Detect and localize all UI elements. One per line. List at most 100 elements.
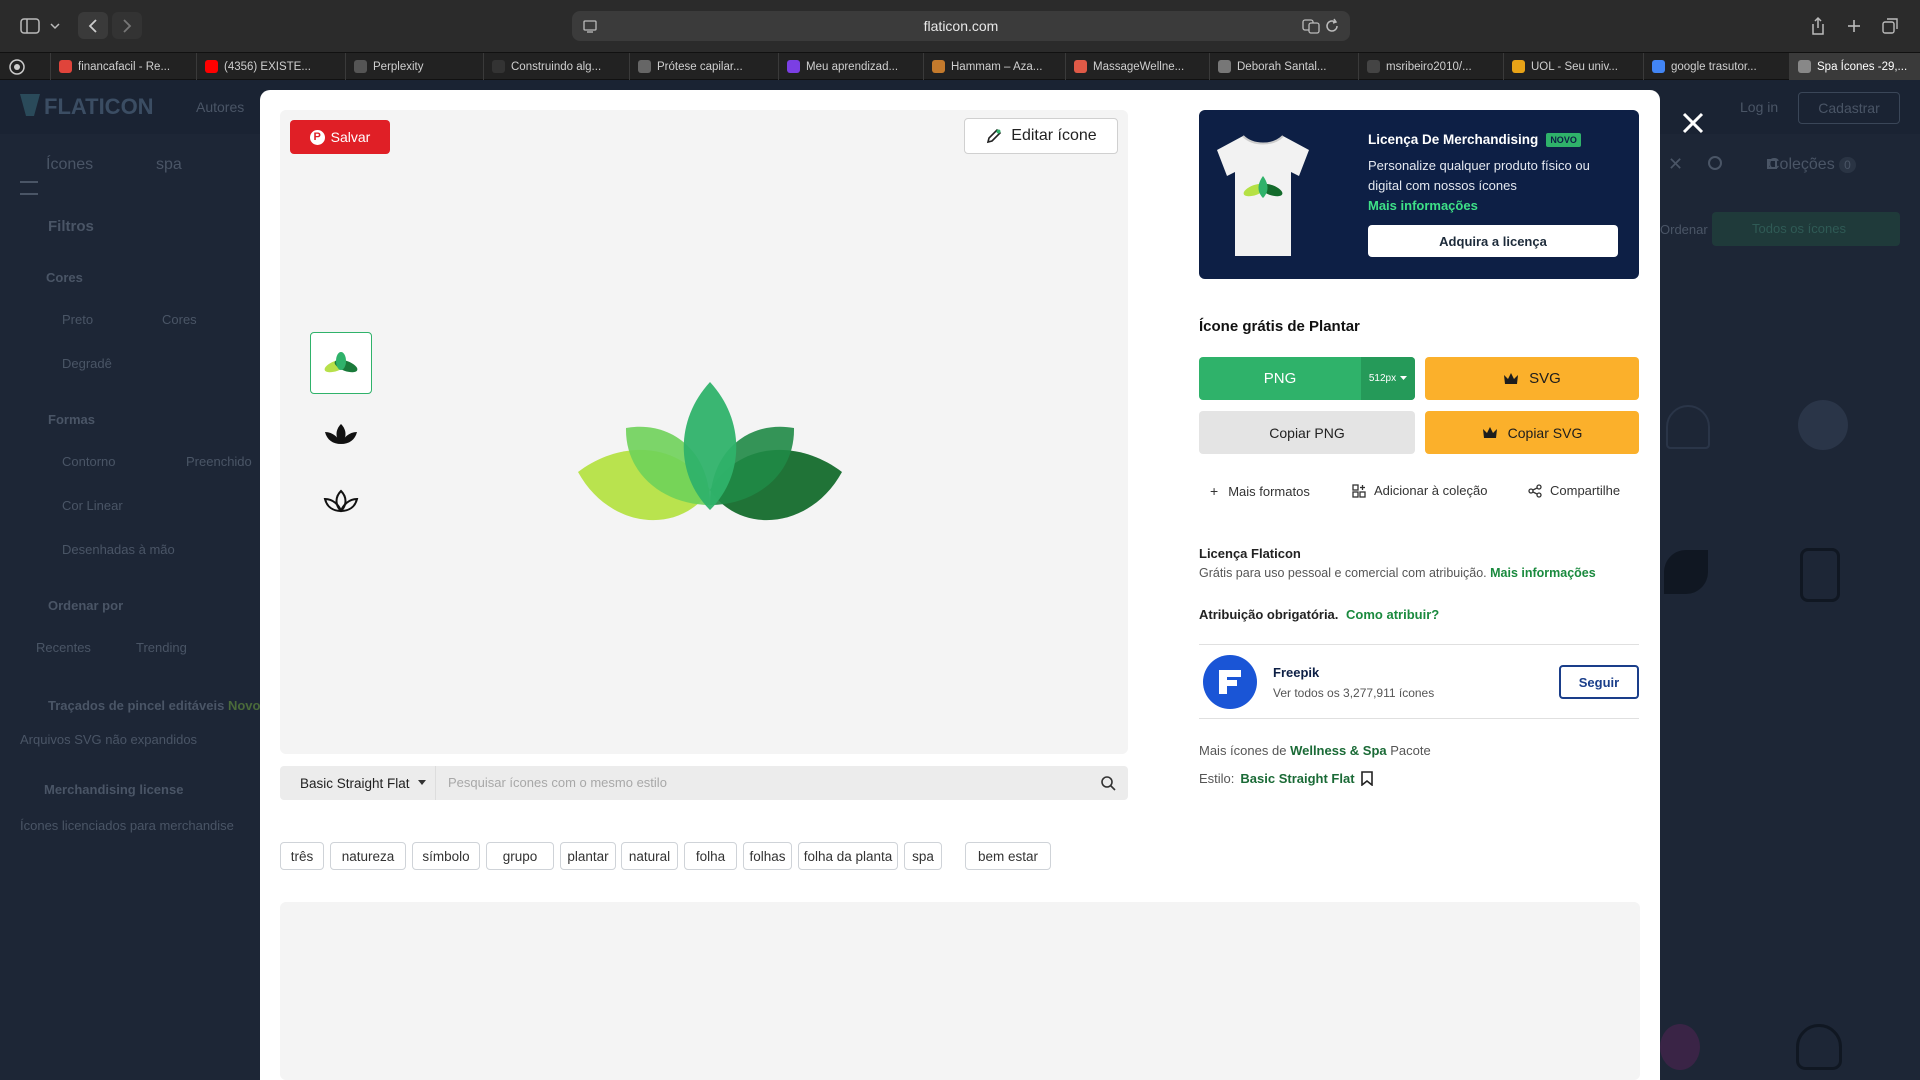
order-recent[interactable]: Recentes: [36, 640, 91, 655]
tab-label: google trasutor...: [1671, 60, 1757, 73]
shape-linear[interactable]: Cor Linear: [62, 498, 123, 513]
nav-authors[interactable]: Autores: [196, 99, 244, 115]
how-attribute-link[interactable]: Como atribuir?: [1346, 607, 1439, 622]
signup-button[interactable]: Cadastrar: [1798, 92, 1900, 124]
browser-tab[interactable]: Perplexity: [345, 53, 483, 80]
tab-favicon-icon: [787, 60, 800, 73]
brush-toggle[interactable]: Traçados de pincel editáveis Novo: [48, 698, 260, 713]
shape-hand[interactable]: Desenhadas à mão: [62, 542, 175, 557]
collections-link[interactable]: Coleções 0: [1768, 156, 1856, 174]
browser-tab[interactable]: Prótese capilar...: [629, 53, 778, 80]
tag-chip[interactable]: plantar: [560, 842, 616, 870]
browser-tab[interactable]: (4356) EXISTE...: [196, 53, 345, 80]
site-logo[interactable]: FLATICON: [44, 94, 154, 120]
browser-tab[interactable]: Spa Ícones -29,...: [1789, 53, 1920, 80]
browser-tab[interactable]: Hammam – Aza...: [923, 53, 1065, 80]
browser-tab[interactable]: Deborah Santal...: [1209, 53, 1358, 80]
all-icons-select[interactable]: Todos os ícones: [1712, 212, 1900, 246]
bg-icon-thumb[interactable]: [1664, 550, 1708, 594]
tag-chip[interactable]: folha: [684, 842, 737, 870]
style-select[interactable]: Basic Straight Flat: [280, 766, 436, 800]
license-more-link[interactable]: Mais informações: [1490, 566, 1596, 580]
browser-tab[interactable]: msribeiro2010/...: [1358, 53, 1503, 80]
add-collection-label: Adicionar à coleção: [1374, 483, 1488, 498]
browser-tab[interactable]: MassageWellne...: [1065, 53, 1209, 80]
close-modal-icon[interactable]: [1680, 110, 1706, 136]
more-formats-link[interactable]: + Mais formatos: [1210, 483, 1310, 499]
pack-link[interactable]: Wellness & Spa: [1290, 743, 1387, 758]
author-sub[interactable]: Ver todos os 3,277,911 ícones: [1273, 686, 1434, 700]
bg-icon-thumb[interactable]: [1796, 1024, 1842, 1070]
bg-icon-thumb[interactable]: [1660, 1024, 1700, 1070]
png-label: PNG: [1263, 370, 1297, 387]
search-category[interactable]: Ícones: [46, 156, 93, 174]
tag-chip[interactable]: três: [280, 842, 324, 870]
login-link[interactable]: Log in: [1740, 99, 1778, 115]
extension-icon[interactable]: [8, 58, 26, 81]
tag-chip[interactable]: símbolo: [412, 842, 480, 870]
tab-overview-icon[interactable]: [1876, 12, 1904, 39]
forward-icon[interactable]: [112, 12, 142, 39]
merch-more-link[interactable]: Mais informações: [1368, 198, 1478, 213]
tab-label: Construindo alg...: [511, 60, 602, 73]
filter-icon: [20, 181, 38, 195]
tag-chip[interactable]: natural: [621, 842, 678, 870]
search-icon[interactable]: [1100, 775, 1116, 791]
browser-tab[interactable]: financafacil - Re...: [50, 53, 196, 80]
tag-chip[interactable]: natureza: [330, 842, 406, 870]
style-search-input[interactable]: Pesquisar ícones com o mesmo estilo: [448, 775, 667, 790]
copy-svg-button[interactable]: Copiar SVG: [1425, 411, 1639, 454]
pinterest-save-button[interactable]: P Salvar: [290, 120, 390, 154]
color-gradient[interactable]: Degradê: [62, 356, 112, 371]
bg-icon-thumb[interactable]: [1800, 548, 1840, 602]
follow-button[interactable]: Seguir: [1559, 665, 1639, 699]
copy-png-button[interactable]: Copiar PNG: [1199, 411, 1415, 454]
svg-download-button[interactable]: SVG: [1425, 357, 1639, 400]
address-bar[interactable]: flaticon.com: [572, 11, 1350, 41]
variant-filled-thumb[interactable]: [321, 420, 361, 450]
author-avatar[interactable]: [1203, 655, 1257, 709]
tab-favicon-icon: [59, 60, 72, 73]
order-trending[interactable]: Trending: [136, 640, 187, 655]
share-link[interactable]: Compartilhe: [1528, 483, 1620, 498]
bg-icon-thumb[interactable]: [1666, 405, 1710, 449]
close-search-icon[interactable]: ✕: [1668, 154, 1683, 175]
browser-tab[interactable]: google trasutor...: [1643, 53, 1789, 80]
reload-icon[interactable]: [1324, 18, 1340, 39]
new-tab-icon[interactable]: [1840, 12, 1868, 39]
variant-outline-thumb[interactable]: [321, 487, 361, 517]
color-colors[interactable]: Cores: [162, 312, 197, 327]
png-size-select[interactable]: 512px: [1361, 357, 1415, 400]
back-icon[interactable]: [78, 12, 108, 39]
chevron-down-icon[interactable]: [48, 12, 62, 39]
tag-chip[interactable]: grupo: [486, 842, 554, 870]
tag-chip[interactable]: bem estar: [965, 842, 1051, 870]
tab-label: Perplexity: [373, 60, 424, 73]
shape-outline[interactable]: Contorno: [62, 454, 115, 469]
merch-title: Licença De Merchandising NOVO: [1368, 132, 1581, 147]
search-query[interactable]: spa: [156, 156, 182, 174]
tag-chip[interactable]: folhas: [743, 842, 792, 870]
tab-bar: financafacil - Re... (4356) EXISTE... Perp…: [0, 52, 1920, 80]
search-icon[interactable]: [1708, 156, 1722, 170]
add-collection-link[interactable]: Adicionar à coleção: [1352, 483, 1487, 498]
browser-tab[interactable]: Construindo alg...: [483, 53, 629, 80]
buy-license-button[interactable]: Adquira a licença: [1368, 225, 1618, 257]
browser-tab[interactable]: Meu aprendizad...: [778, 53, 923, 80]
variant-color-thumb[interactable]: [310, 332, 372, 394]
shape-filled[interactable]: Preenchido: [186, 454, 252, 469]
merch-toggle[interactable]: Merchandising license: [44, 782, 183, 797]
color-black[interactable]: Preto: [62, 312, 93, 327]
edit-icon-button[interactable]: Editar ícone: [964, 118, 1118, 154]
bookmark-icon[interactable]: [1360, 771, 1373, 786]
tag-chip[interactable]: folha da planta: [798, 842, 898, 870]
tag-chip[interactable]: spa: [904, 842, 942, 870]
translate-icon[interactable]: [1302, 18, 1320, 39]
sidebar-toggle-icon[interactable]: [16, 12, 44, 39]
png-download-button[interactable]: PNG 512px: [1199, 357, 1415, 400]
style-link[interactable]: Basic Straight Flat: [1240, 771, 1354, 786]
browser-tab[interactable]: UOL - Seu univ...: [1503, 53, 1643, 80]
author-name[interactable]: Freepik: [1273, 665, 1319, 680]
share-browser-icon[interactable]: [1804, 12, 1832, 39]
bg-icon-thumb[interactable]: [1798, 400, 1848, 450]
